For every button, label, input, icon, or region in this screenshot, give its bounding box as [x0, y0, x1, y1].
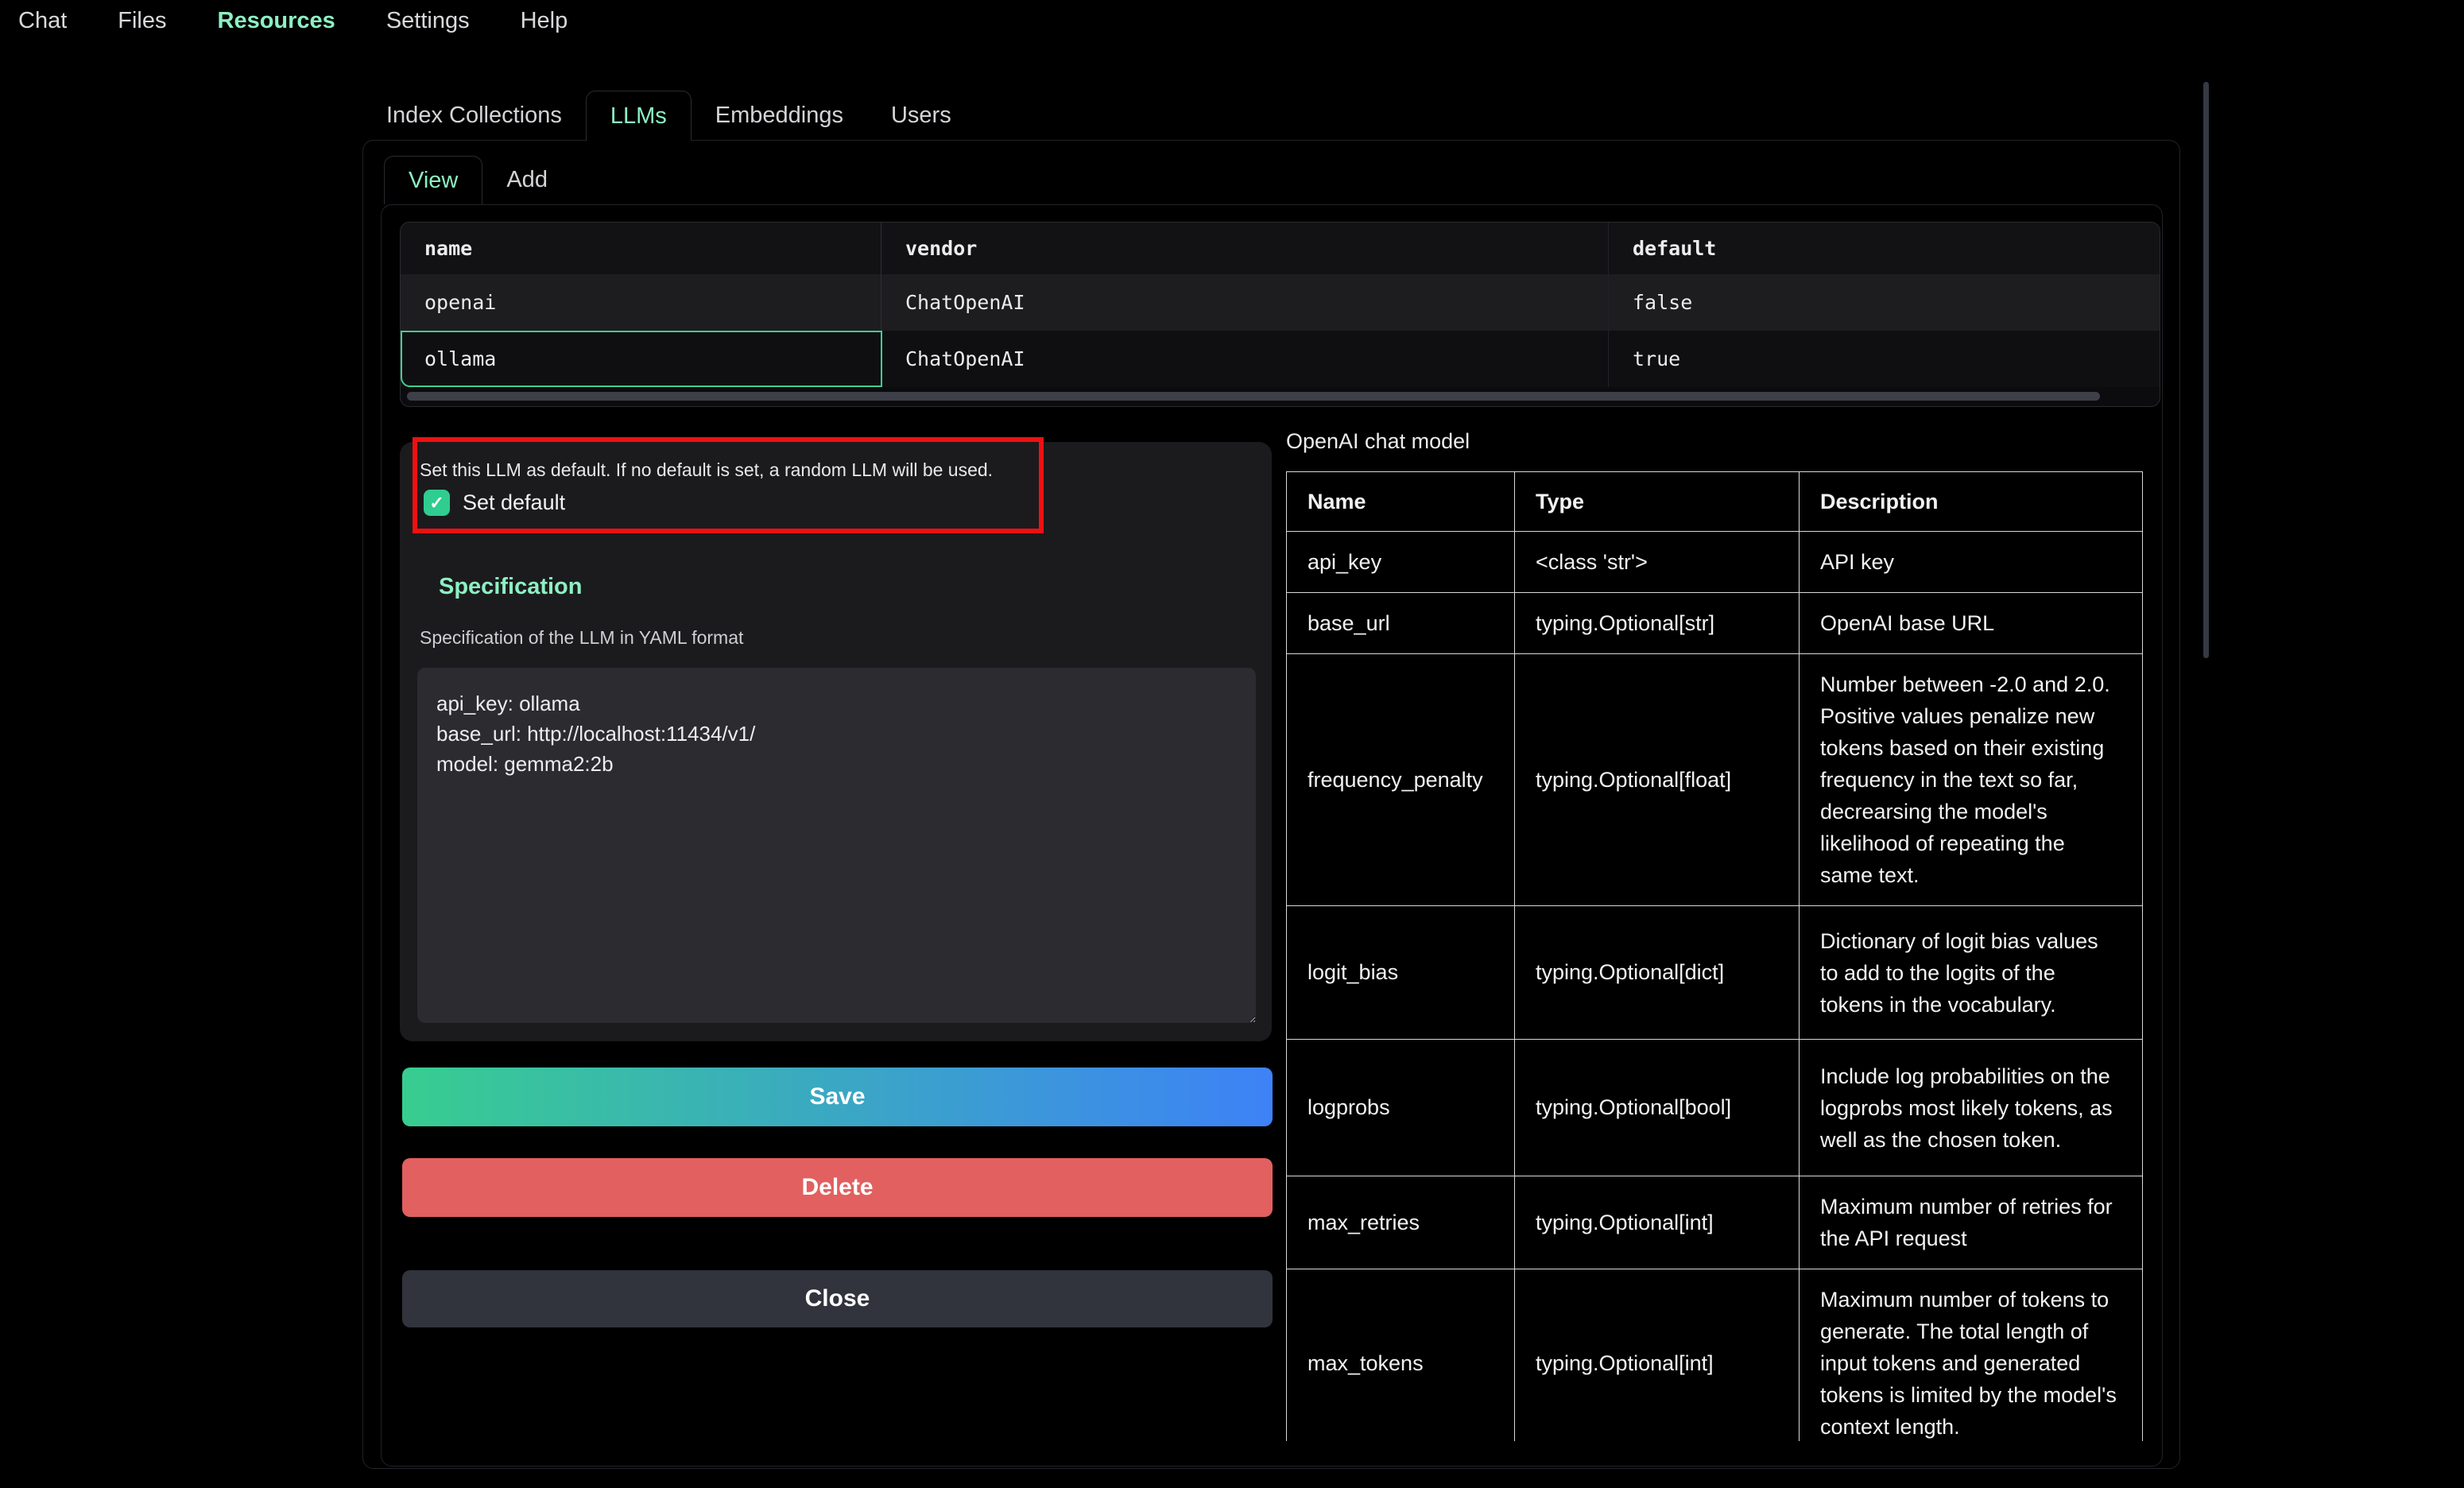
param-description: Number between -2.0 and 2.0. Positive va…	[1800, 654, 2143, 906]
llm-table-horizontal-scrollbar[interactable]	[407, 392, 2100, 401]
llm-table-header-vendor: vendor	[881, 223, 1609, 274]
set-default-label: Set default	[463, 490, 565, 515]
llm-cell-vendor[interactable]: ChatOpenAI	[881, 331, 1609, 387]
param-type: typing.Optional[bool]	[1515, 1040, 1800, 1176]
resources-tab-bar: Index Collections LLMs Embeddings Users	[362, 91, 975, 141]
delete-button[interactable]: Delete	[402, 1158, 1273, 1217]
llm-table-header-default: default	[1609, 223, 2160, 274]
close-button[interactable]: Close	[402, 1270, 1273, 1327]
param-name: logit_bias	[1287, 906, 1515, 1040]
nav-item-help[interactable]: Help	[521, 8, 568, 34]
param-description: API key	[1800, 532, 2143, 593]
param-description: Dictionary of logit bias values to add t…	[1800, 906, 2143, 1040]
top-navigation: Chat Files Resources Settings Help	[18, 8, 568, 34]
nav-item-resources[interactable]: Resources	[218, 8, 335, 34]
llm-cell-default[interactable]: false	[1609, 274, 2160, 331]
param-type: typing.Optional[int]	[1515, 1269, 1800, 1442]
llm-cell-name-selected[interactable]: ollama	[401, 331, 881, 387]
specification-yaml-input[interactable]: api_key: ollama base_url: http://localho…	[417, 668, 1256, 1023]
param-name: logprobs	[1287, 1040, 1515, 1176]
param-name: api_key	[1287, 532, 1515, 593]
llm-row-openai[interactable]: openai ChatOpenAI false	[401, 274, 2160, 331]
nav-item-chat[interactable]: Chat	[18, 8, 67, 34]
tab-users[interactable]: Users	[867, 91, 975, 141]
save-button[interactable]: Save	[402, 1068, 1273, 1126]
check-icon: ✓	[429, 493, 444, 513]
llm-table-header-row: name vendor default	[401, 223, 2160, 274]
model-panel-title: OpenAI chat model	[1286, 429, 1470, 454]
view-add-tab-bar: View Add	[384, 156, 571, 204]
model-header-name: Name	[1287, 472, 1515, 532]
set-default-row: ✓ Set default	[424, 490, 565, 516]
param-name: max_retries	[1287, 1176, 1515, 1269]
model-row-base-url: base_url typing.Optional[str] OpenAI bas…	[1287, 593, 2143, 654]
llm-row-ollama[interactable]: ollama ChatOpenAI true	[401, 331, 2160, 387]
param-type: <class 'str'>	[1515, 532, 1800, 593]
param-description: Maximum number of tokens to generate. Th…	[1800, 1269, 2143, 1442]
llm-cell-name[interactable]: openai	[401, 274, 881, 331]
param-name: max_tokens	[1287, 1269, 1515, 1442]
tab-llms[interactable]: LLMs	[586, 91, 692, 141]
tab-view[interactable]: View	[384, 156, 482, 204]
set-default-checkbox[interactable]: ✓	[424, 490, 450, 516]
model-header-description: Description	[1800, 472, 2143, 532]
llm-table-header-name: name	[401, 223, 881, 274]
model-row-api-key: api_key <class 'str'> API key	[1287, 532, 2143, 593]
specification-heading: Specification	[439, 574, 583, 600]
param-description: Maximum number of retries for the API re…	[1800, 1176, 2143, 1269]
model-row-max-retries: max_retries typing.Optional[int] Maximum…	[1287, 1176, 2143, 1269]
model-row-frequency-penalty: frequency_penalty typing.Optional[float]…	[1287, 654, 2143, 906]
model-row-logit-bias: logit_bias typing.Optional[dict] Diction…	[1287, 906, 2143, 1040]
model-table-header-row: Name Type Description	[1287, 472, 2143, 532]
set-default-hint: Set this LLM as default. If no default i…	[420, 459, 993, 481]
param-type: typing.Optional[int]	[1515, 1176, 1800, 1269]
nav-item-settings[interactable]: Settings	[386, 8, 470, 34]
llm-cell-vendor[interactable]: ChatOpenAI	[881, 274, 1609, 331]
model-row-max-tokens: max_tokens typing.Optional[int] Maximum …	[1287, 1269, 2143, 1442]
param-name: frequency_penalty	[1287, 654, 1515, 906]
param-description: OpenAI base URL	[1800, 593, 2143, 654]
llm-list-table: name vendor default openai ChatOpenAI fa…	[400, 222, 2160, 407]
param-description: Include log probabilities on the logprob…	[1800, 1040, 2143, 1176]
param-type: typing.Optional[float]	[1515, 654, 1800, 906]
param-type: typing.Optional[str]	[1515, 593, 1800, 654]
specification-description: Specification of the LLM in YAML format	[420, 627, 743, 649]
tab-index-collections[interactable]: Index Collections	[362, 91, 586, 141]
tab-embeddings[interactable]: Embeddings	[692, 91, 867, 141]
model-schema-table: Name Type Description api_key <class 'st…	[1286, 471, 2143, 1441]
page-vertical-scrollbar[interactable]	[2203, 82, 2209, 658]
model-header-type: Type	[1515, 472, 1800, 532]
model-row-logprobs: logprobs typing.Optional[bool] Include l…	[1287, 1040, 2143, 1176]
param-name: base_url	[1287, 593, 1515, 654]
model-schema-table-wrap: Name Type Description api_key <class 'st…	[1286, 471, 2144, 1441]
nav-item-files[interactable]: Files	[118, 8, 166, 34]
llm-cell-default[interactable]: true	[1609, 331, 2160, 387]
llm-detail-panel: Set this LLM as default. If no default i…	[400, 442, 1272, 1041]
tab-add[interactable]: Add	[482, 156, 571, 204]
param-type: typing.Optional[dict]	[1515, 906, 1800, 1040]
